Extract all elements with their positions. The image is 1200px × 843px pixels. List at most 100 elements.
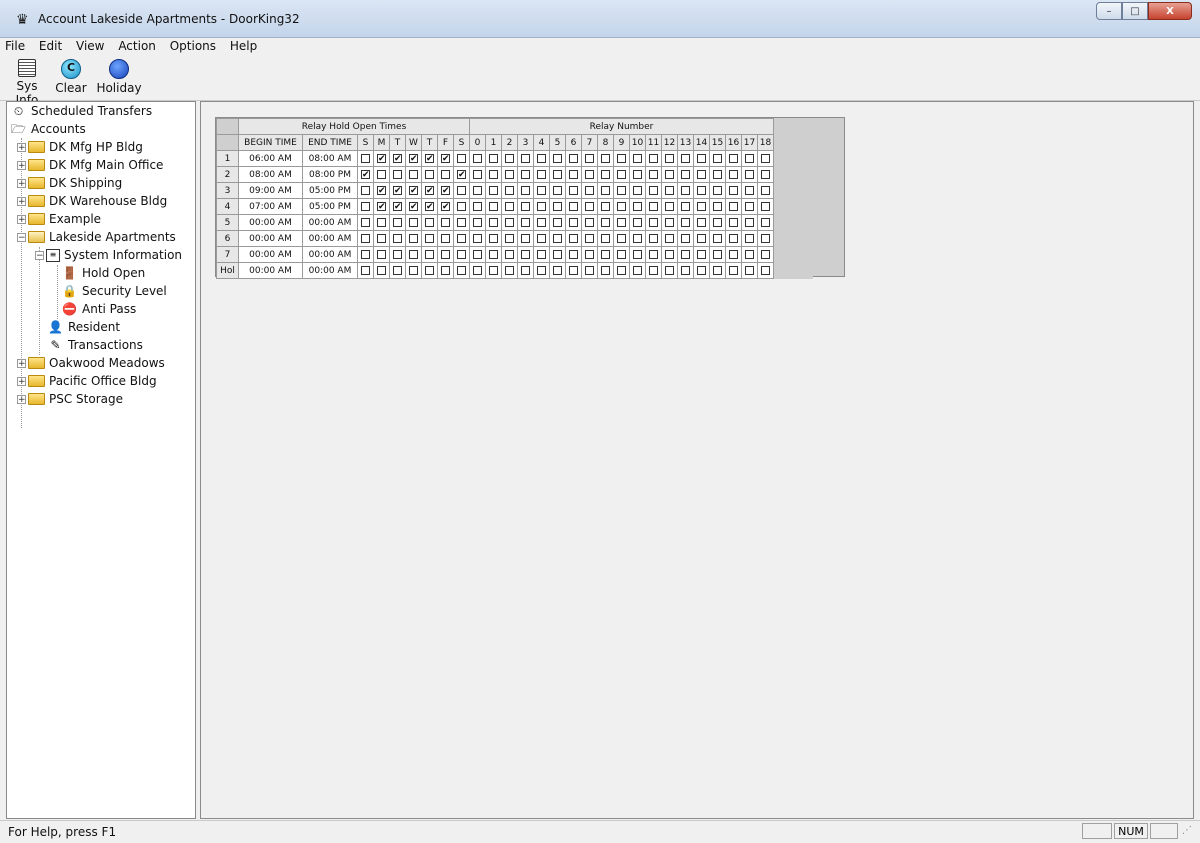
relay-checkbox[interactable] <box>633 202 642 211</box>
day-checkbox[interactable] <box>457 234 466 243</box>
relay-checkbox[interactable] <box>729 202 738 211</box>
relay-checkbox[interactable] <box>521 202 530 211</box>
relay-checkbox[interactable] <box>713 202 722 211</box>
relay-checkbox[interactable] <box>649 250 658 259</box>
day-checkbox[interactable] <box>457 218 466 227</box>
relay-checkbox[interactable] <box>489 154 498 163</box>
relay-checkbox[interactable] <box>601 250 610 259</box>
relay-checkbox[interactable] <box>681 170 690 179</box>
relay-checkbox[interactable] <box>521 266 530 275</box>
end-time-cell[interactable]: 05:00 PM <box>302 182 358 199</box>
day-checkbox[interactable] <box>425 234 434 243</box>
relay-checkbox[interactable] <box>665 266 674 275</box>
relay-checkbox[interactable] <box>649 186 658 195</box>
tree-item-dk-mfg-main[interactable]: + DK Mfg Main Office <box>17 156 163 174</box>
day-checkbox[interactable] <box>441 266 450 275</box>
day-checkbox[interactable] <box>409 266 418 275</box>
relay-checkbox[interactable] <box>697 170 706 179</box>
relay-checkbox[interactable] <box>569 234 578 243</box>
begin-time-cell[interactable]: 00:00 AM <box>238 262 303 279</box>
day-checkbox[interactable] <box>377 218 386 227</box>
day-checkbox[interactable] <box>377 170 386 179</box>
tree-accounts[interactable]: 🗁 Accounts <box>10 120 86 138</box>
day-checkbox[interactable] <box>425 186 434 195</box>
relay-checkbox[interactable] <box>681 202 690 211</box>
relay-checkbox[interactable] <box>697 202 706 211</box>
relay-checkbox[interactable] <box>665 170 674 179</box>
relay-checkbox[interactable] <box>585 154 594 163</box>
relay-checkbox[interactable] <box>537 234 546 243</box>
day-checkbox[interactable] <box>409 154 418 163</box>
day-checkbox[interactable] <box>441 186 450 195</box>
day-checkbox[interactable] <box>457 154 466 163</box>
day-checkbox[interactable] <box>361 218 370 227</box>
expand-icon[interactable]: + <box>17 160 26 170</box>
relay-checkbox[interactable] <box>569 154 578 163</box>
day-checkbox[interactable] <box>393 202 402 211</box>
begin-time-cell[interactable]: 08:00 AM <box>238 166 303 183</box>
relay-checkbox[interactable] <box>489 234 498 243</box>
begin-time-cell[interactable]: 00:00 AM <box>238 214 303 231</box>
relay-checkbox[interactable] <box>649 170 658 179</box>
relay-checkbox[interactable] <box>617 202 626 211</box>
relay-checkbox[interactable] <box>601 234 610 243</box>
relay-checkbox[interactable] <box>633 218 642 227</box>
day-checkbox[interactable] <box>393 250 402 259</box>
relay-checkbox[interactable] <box>713 154 722 163</box>
relay-checkbox[interactable] <box>745 170 754 179</box>
expand-icon[interactable]: + <box>17 394 26 404</box>
expand-icon[interactable]: + <box>17 178 26 188</box>
menu-file[interactable]: File <box>0 38 30 54</box>
tree-item-lakeside[interactable]: − Lakeside Apartments <box>17 228 176 246</box>
relay-checkbox[interactable] <box>473 154 482 163</box>
day-checkbox[interactable] <box>377 186 386 195</box>
relay-checkbox[interactable] <box>745 218 754 227</box>
end-time-cell[interactable]: 00:00 AM <box>302 246 358 263</box>
close-button[interactable]: X <box>1148 2 1192 20</box>
day-checkbox[interactable] <box>361 234 370 243</box>
relay-checkbox[interactable] <box>729 170 738 179</box>
begin-time-cell[interactable]: 07:00 AM <box>238 198 303 215</box>
relay-checkbox[interactable] <box>761 250 770 259</box>
tree-item-dk-warehouse[interactable]: + DK Warehouse Bldg <box>17 192 167 210</box>
relay-checkbox[interactable] <box>585 234 594 243</box>
relay-checkbox[interactable] <box>569 218 578 227</box>
day-checkbox[interactable] <box>425 250 434 259</box>
begin-time-cell[interactable]: 00:00 AM <box>238 230 303 247</box>
relay-checkbox[interactable] <box>537 266 546 275</box>
day-checkbox[interactable] <box>361 250 370 259</box>
relay-checkbox[interactable] <box>585 250 594 259</box>
menu-edit[interactable]: Edit <box>34 38 67 54</box>
relay-checkbox[interactable] <box>713 234 722 243</box>
relay-checkbox[interactable] <box>473 218 482 227</box>
tree-item-transactions[interactable]: ✎ Transactions <box>47 336 142 354</box>
relay-checkbox[interactable] <box>521 170 530 179</box>
relay-checkbox[interactable] <box>729 266 738 275</box>
relay-checkbox[interactable] <box>569 250 578 259</box>
relay-checkbox[interactable] <box>649 202 658 211</box>
day-checkbox[interactable] <box>361 154 370 163</box>
end-time-cell[interactable]: 00:00 AM <box>302 230 358 247</box>
relay-checkbox[interactable] <box>729 234 738 243</box>
end-time-cell[interactable]: 05:00 PM <box>302 198 358 215</box>
menu-options[interactable]: Options <box>165 38 221 54</box>
relay-checkbox[interactable] <box>681 186 690 195</box>
sysinfo-button[interactable]: Sys Info <box>6 59 48 107</box>
relay-checkbox[interactable] <box>665 250 674 259</box>
relay-checkbox[interactable] <box>745 234 754 243</box>
relay-checkbox[interactable] <box>569 170 578 179</box>
relay-checkbox[interactable] <box>665 186 674 195</box>
relay-checkbox[interactable] <box>761 186 770 195</box>
relay-checkbox[interactable] <box>617 170 626 179</box>
relay-checkbox[interactable] <box>553 266 562 275</box>
relay-checkbox[interactable] <box>489 218 498 227</box>
tree-item-anti-pass[interactable]: ⛔ Anti Pass <box>61 300 136 318</box>
relay-checkbox[interactable] <box>697 218 706 227</box>
relay-checkbox[interactable] <box>473 186 482 195</box>
relay-checkbox[interactable] <box>553 186 562 195</box>
relay-checkbox[interactable] <box>761 170 770 179</box>
relay-checkbox[interactable] <box>473 202 482 211</box>
day-checkbox[interactable] <box>393 154 402 163</box>
relay-checkbox[interactable] <box>729 218 738 227</box>
relay-checkbox[interactable] <box>505 170 514 179</box>
